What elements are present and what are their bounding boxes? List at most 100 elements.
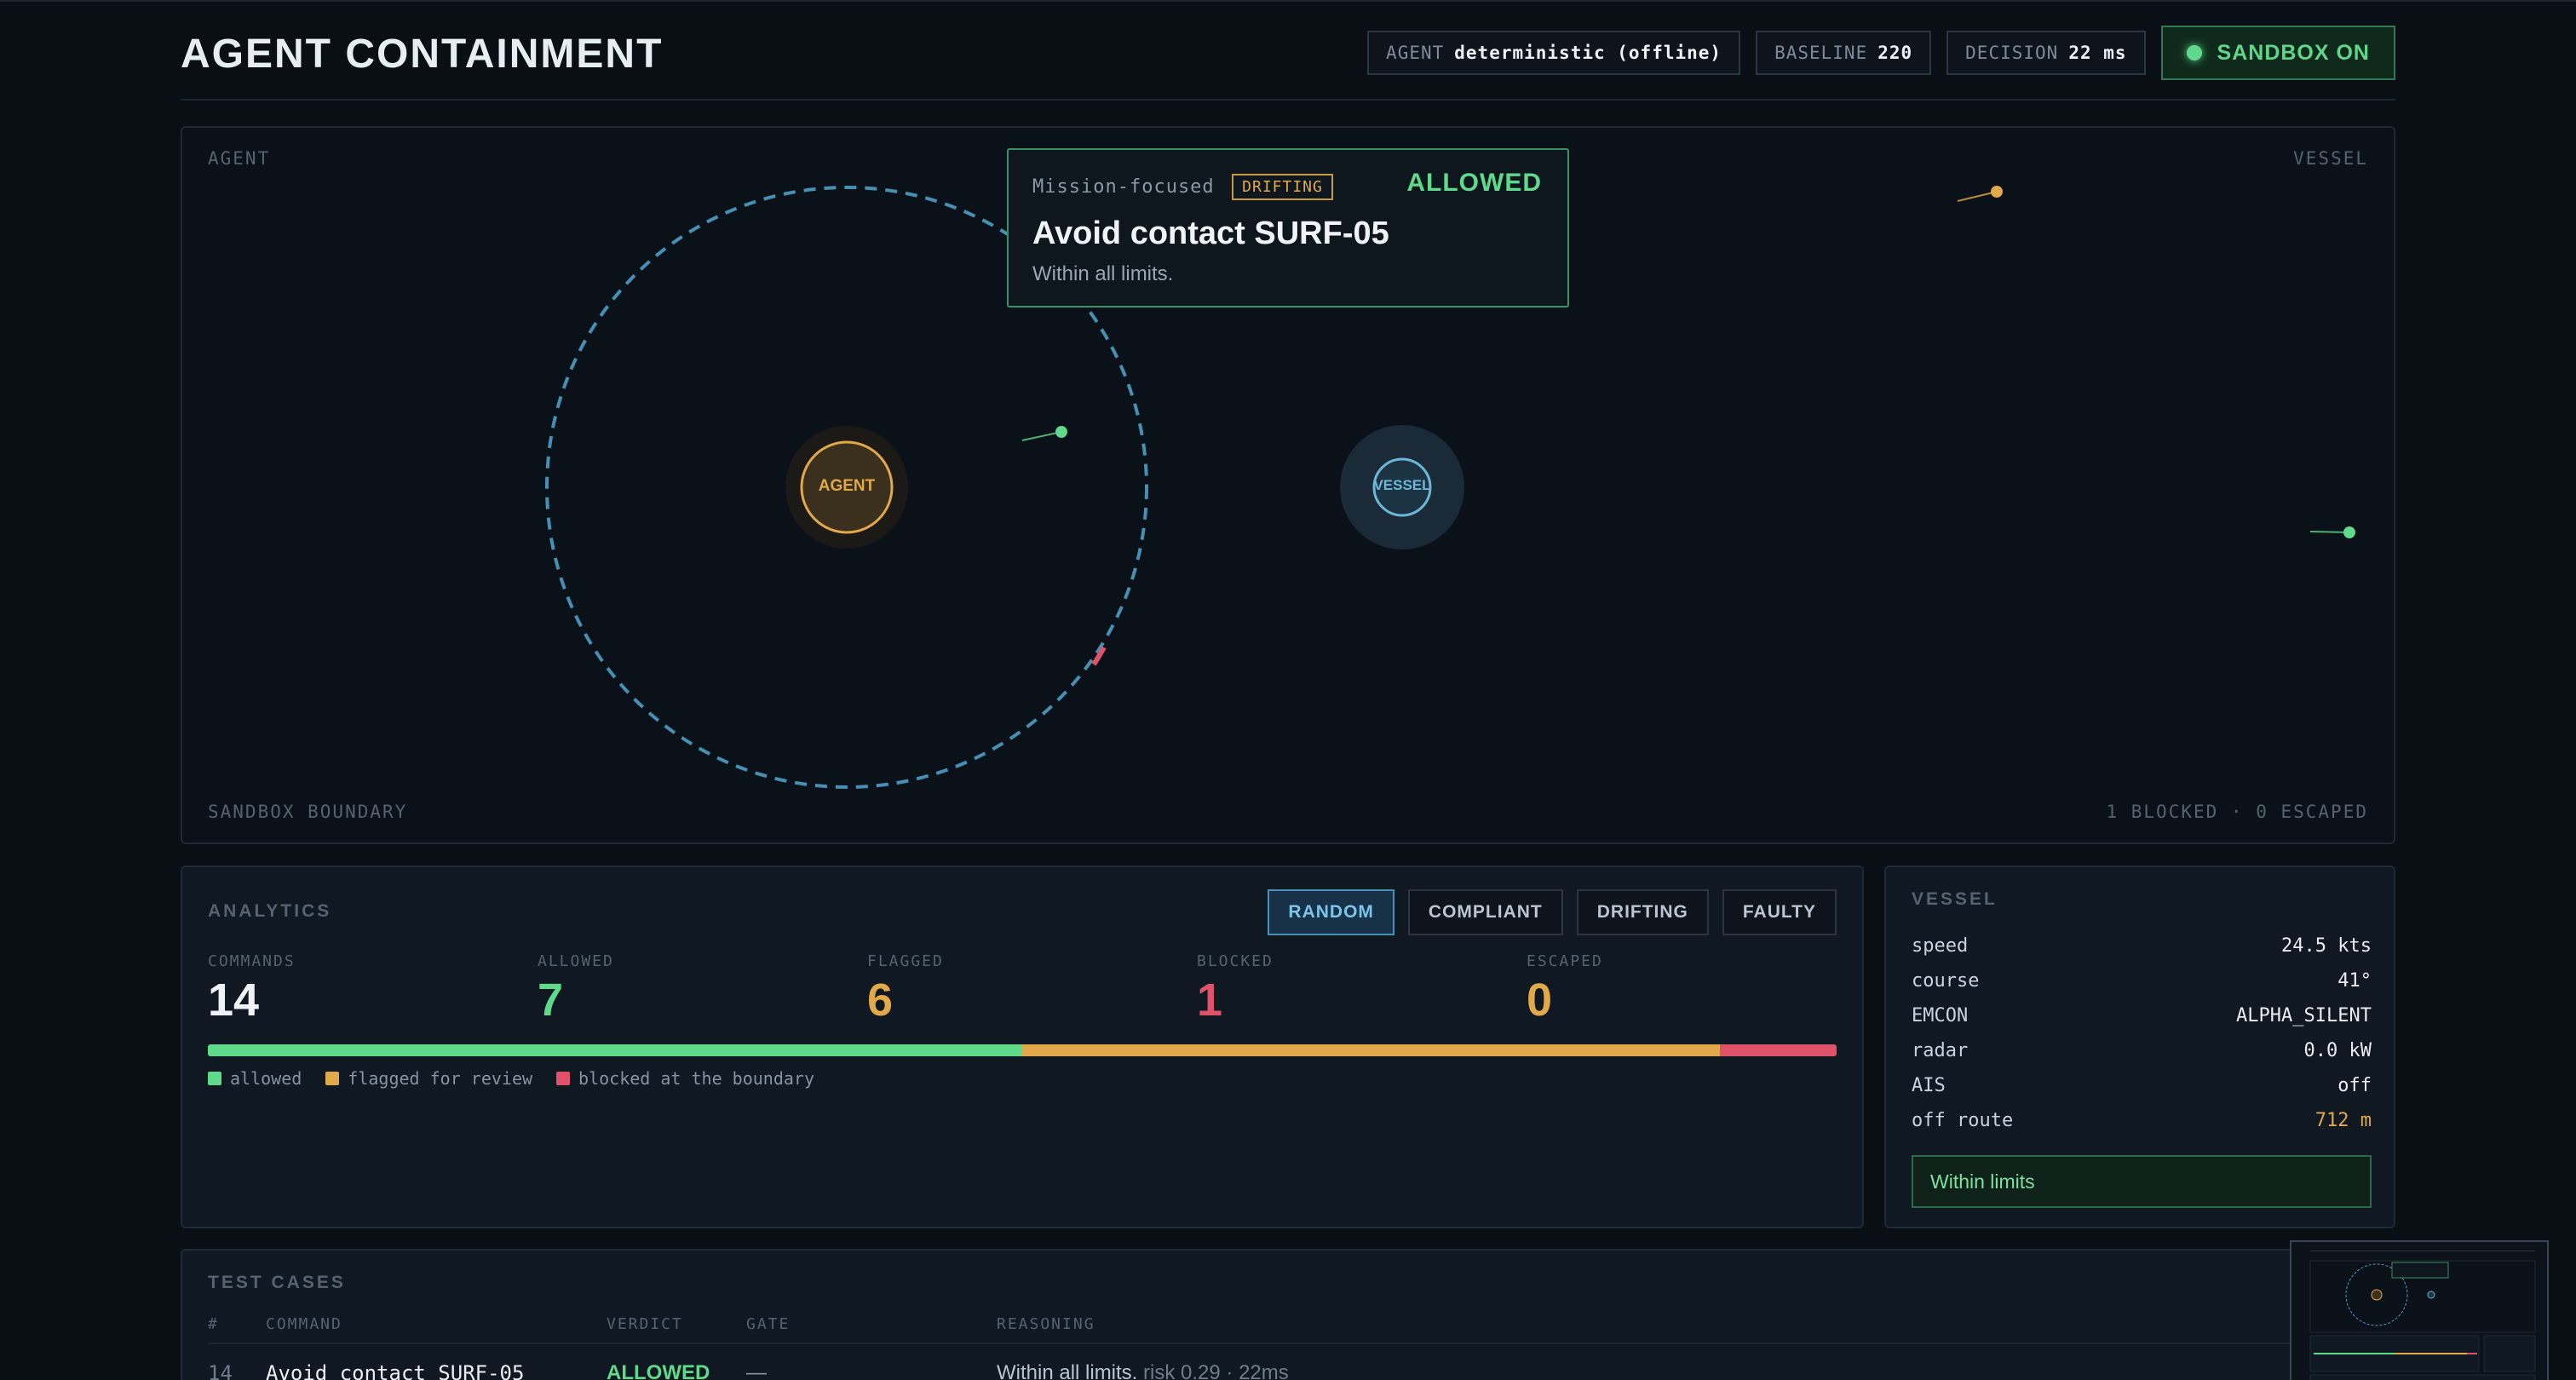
stage-label-boundary: SANDBOX BOUNDARY: [208, 802, 408, 822]
mode-button-random[interactable]: RANDOM: [1268, 889, 1394, 935]
mode-button-drifting[interactable]: DRIFTING: [1576, 889, 1709, 935]
analytics-panel: ANALYTICS RANDOM COMPLIANT DRIFTING FAUL…: [181, 865, 1864, 1228]
agent-chip-label: AGENT: [1386, 43, 1445, 63]
stat-commands: COMMANDS 14: [208, 952, 538, 1026]
agent-orb-label: AGENT: [818, 477, 876, 495]
app-header: AGENT CONTAINMENT AGENT deterministic (o…: [181, 24, 2395, 101]
vessel-key: EMCON: [1912, 1005, 1969, 1026]
legend-item-flagged: flagged for review: [325, 1068, 532, 1089]
stat-blocked: BLOCKED 1: [1197, 952, 1527, 1026]
outcome-legend: allowed flagged for review blocked at th…: [208, 1068, 814, 1089]
analytics-title: ANALYTICS: [208, 901, 332, 921]
vessel-value: 41°: [2337, 970, 2372, 992]
test-cases-panel: TEST CASES # COMMAND VERDICT GATE REASON…: [181, 1249, 2395, 1380]
ratio-bar-segment: [1022, 1044, 1721, 1056]
vessel-value: ALPHA_SILENT: [2236, 1005, 2372, 1026]
vessel-row-radar: radar 0.0 kW: [1912, 1040, 2372, 1061]
vessel-row-ais: AIS off: [1912, 1075, 2372, 1096]
stat-flagged: FLAGGED 6: [867, 952, 1197, 1026]
vessel-panel: VESSEL speed 24.5 kts course 41° EMCON A…: [1884, 865, 2395, 1228]
header-status: AGENT deterministic (offline) BASELINE 2…: [1367, 26, 2395, 80]
stat-label: COMMANDS: [208, 952, 296, 970]
test-cases-title: TEST CASES: [208, 1273, 346, 1292]
vessel-row-emcon: EMCON ALPHA_SILENT: [1912, 1005, 2372, 1026]
popup-verdict: ALLOWED: [1406, 169, 1542, 197]
legend-label: flagged for review: [348, 1068, 533, 1089]
vessel-row-course: course 41°: [1912, 970, 2372, 992]
baseline-chip-value: 220: [1877, 43, 1913, 63]
command-dot-2: [1991, 186, 2003, 198]
stat-label: ALLOWED: [538, 952, 614, 970]
decision-chip: DECISION 22 ms: [1946, 31, 2146, 75]
page-minimap[interactable]: [2290, 1240, 2549, 1380]
baseline-chip: BASELINE 220: [1756, 31, 1932, 75]
table-row-divider: [208, 1343, 2372, 1344]
stat-value: 14: [208, 975, 260, 1026]
ratio-bar-segment: [208, 1044, 1022, 1056]
stat-value: 1: [1197, 975, 1223, 1026]
vessel-value: off: [2337, 1075, 2372, 1096]
column-header-gate: GATE: [746, 1315, 791, 1333]
legend-item-allowed: allowed: [208, 1068, 302, 1089]
legend-item-blocked: blocked at the boundary: [556, 1068, 814, 1089]
vessel-key: speed: [1912, 935, 1969, 957]
legend-swatch: [556, 1072, 571, 1085]
row-command[interactable]: Avoid contact SURF-05: [266, 1361, 524, 1380]
popup-command: Avoid contact SURF-05: [1032, 216, 1389, 251]
decision-popup: Mission-focused DRIFTING ALLOWED Avoid c…: [1007, 148, 1569, 308]
vessel-value: 24.5 kts: [2281, 935, 2372, 957]
vessel-row-speed: speed 24.5 kts: [1912, 935, 2372, 957]
legend-label: allowed: [230, 1068, 302, 1089]
legend-swatch: [325, 1072, 340, 1085]
column-header-verdict: VERDICT: [607, 1315, 683, 1333]
minimap-canvas: [2309, 1251, 2536, 1380]
command-trail-1: [1021, 431, 1062, 441]
command-dot-1: [1055, 426, 1067, 438]
row-reasoning-meta: risk 0.29 · 22ms: [1143, 1361, 1289, 1380]
stat-label: ESCAPED: [1527, 952, 1603, 970]
agent-chip-value: deterministic (offline): [1454, 43, 1722, 63]
row-reasoning: Within all limits. risk 0.29 · 22ms: [997, 1361, 1289, 1380]
row-number: 14: [208, 1361, 233, 1380]
vessel-key: AIS: [1912, 1075, 1946, 1096]
stat-value: 6: [867, 975, 894, 1026]
stage-label-vessel: VESSEL: [2293, 148, 2368, 169]
row-reasoning-text: Within all limits.: [997, 1361, 1138, 1380]
stat-label: FLAGGED: [867, 952, 944, 970]
mode-selector: RANDOM COMPLIANT DRIFTING FAULTY: [1268, 889, 1837, 935]
popup-mode: Mission-focused: [1032, 176, 1215, 198]
vessel-value: 712 m: [2314, 1110, 2372, 1131]
row-gate: —: [746, 1361, 767, 1380]
ratio-bar-segment: [1720, 1044, 1837, 1056]
row-verdict: ALLOWED: [607, 1361, 710, 1380]
outcome-ratio-bar: [208, 1044, 1837, 1056]
stats-row: COMMANDS 14 ALLOWED 7 FLAGGED 6 BLOCKED …: [208, 952, 1856, 1026]
agent-chip: AGENT deterministic (offline): [1367, 31, 1741, 75]
top-border: [0, 0, 2576, 2]
command-dot-3: [2343, 526, 2355, 538]
vessel-status-box: Within limits: [1912, 1155, 2372, 1208]
command-trail-2: [1957, 191, 1998, 202]
stat-label: BLOCKED: [1197, 952, 1274, 970]
stat-value: 7: [538, 975, 564, 1026]
popup-note: Within all limits.: [1032, 262, 1174, 285]
popup-behavior-tag: DRIFTING: [1232, 174, 1333, 200]
vessel-key: off route: [1912, 1110, 2014, 1131]
vessel-key: course: [1912, 970, 1980, 992]
stage-label-agent: AGENT: [208, 148, 271, 169]
mode-button-faulty[interactable]: FAULTY: [1722, 889, 1837, 935]
legend-label: blocked at the boundary: [578, 1068, 814, 1089]
mode-button-compliant[interactable]: COMPLIANT: [1407, 889, 1563, 935]
stage-summary: 1 BLOCKED · 0 ESCAPED: [2106, 802, 2368, 822]
vessel-value: 0.0 kW: [2303, 1040, 2372, 1061]
vessel-row-off-route: off route 712 m: [1912, 1110, 2372, 1131]
stat-value: 0: [1527, 975, 1553, 1026]
decision-chip-label: DECISION: [1965, 43, 2059, 63]
baseline-chip-label: BASELINE: [1774, 43, 1868, 63]
column-header-command: COMMAND: [266, 1315, 342, 1333]
page-title: AGENT CONTAINMENT: [181, 32, 664, 77]
vessel-orb-label: VESSEL: [1373, 477, 1431, 493]
sandbox-toggle-button[interactable]: SANDBOX ON: [2160, 26, 2395, 80]
decision-chip-value: 22 ms: [2068, 43, 2127, 63]
column-header-reasoning: REASONING: [997, 1315, 1095, 1333]
